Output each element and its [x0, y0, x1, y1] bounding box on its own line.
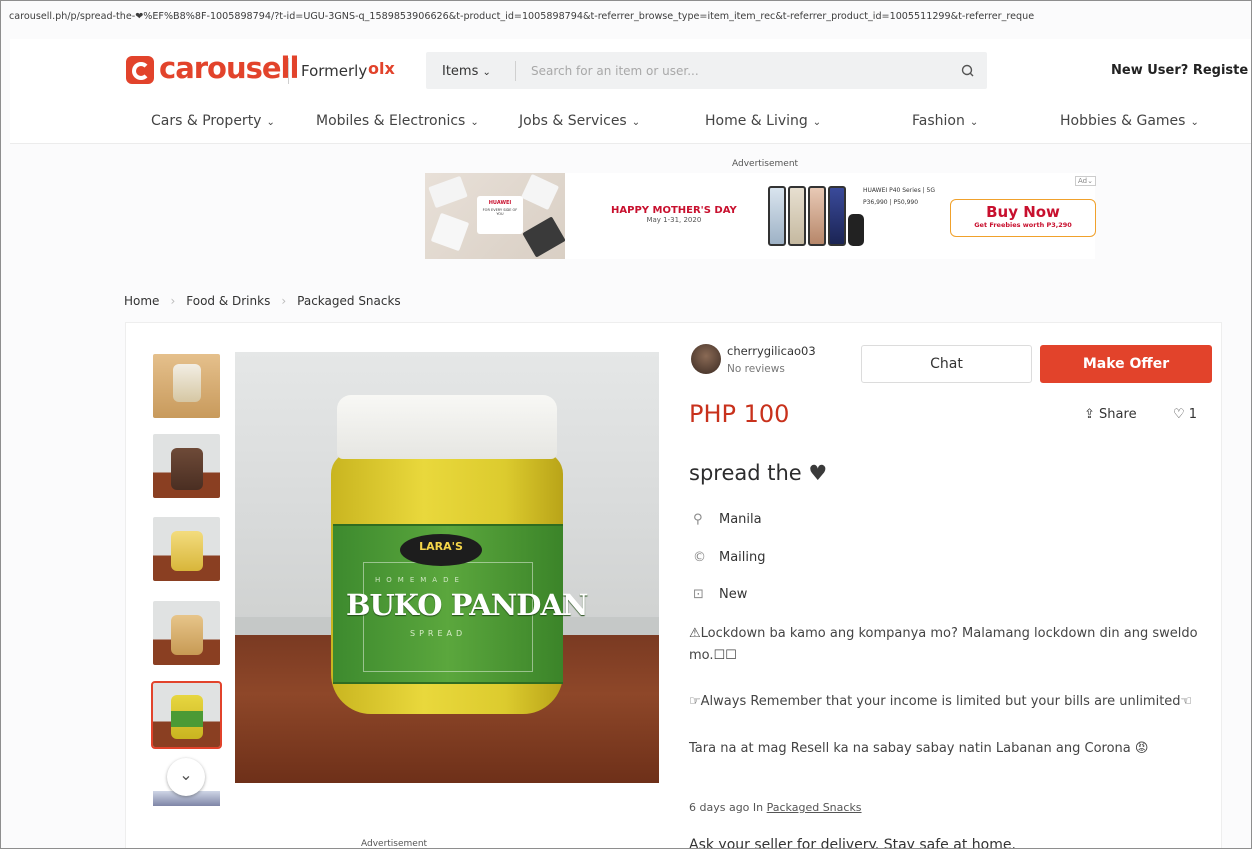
ad-specs: HUAWEI P40 Series | 5G P36,990 | P50,990: [863, 185, 935, 209]
search-scope-dropdown[interactable]: Items ⌄: [442, 64, 491, 79]
thumbnail-1[interactable]: [153, 354, 220, 418]
location-pin-icon: ⚲: [693, 512, 703, 527]
ad-choices-badge[interactable]: Ad⌄: [1075, 176, 1096, 186]
listing-condition: ⊡ New: [693, 587, 747, 602]
thumbnail-4[interactable]: [153, 601, 220, 665]
description-paragraph-2: ☞Always Remember that your income is lim…: [689, 694, 1193, 709]
make-offer-button[interactable]: Make Offer: [1040, 345, 1212, 383]
chevron-down-icon: ⌄: [179, 765, 193, 784]
share-label: Share: [1099, 407, 1137, 422]
search-scope-label: Items: [442, 64, 479, 79]
description-paragraph-3: Tara na at mag Resell ka na sabay sabay …: [689, 741, 1149, 756]
like-button[interactable]: ♡ 1: [1173, 407, 1197, 422]
seller-avatar[interactable]: [691, 344, 721, 374]
breadcrumb: Home › Food & Drinks › Packaged Snacks: [124, 294, 401, 308]
olx-logo: olx: [368, 59, 395, 78]
ad-buy-now-button[interactable]: Buy Now Get Freebies worth P3,290: [950, 199, 1096, 237]
breadcrumb-separator: ›: [170, 294, 176, 308]
header-divider: [288, 58, 289, 84]
category-label: Jobs & Services: [519, 113, 627, 129]
category-mobiles-electronics[interactable]: Mobiles & Electronics ⌄: [316, 113, 479, 129]
chevron-down-icon: ⌄: [631, 117, 641, 128]
posted-prefix: 6 days ago In: [689, 801, 764, 814]
advertisement-label: Advertisement: [732, 159, 799, 169]
chevron-down-icon: ⌄: [812, 117, 822, 128]
ad-price-line: P36,990 | P50,990: [863, 199, 919, 206]
ad-tagline: FOR EVERY SIDE OF YOU: [482, 208, 518, 216]
category-home-living[interactable]: Home & Living ⌄: [705, 113, 821, 129]
ad-spec-line: HUAWEI P40 Series | 5G: [863, 187, 935, 194]
category-fashion[interactable]: Fashion ⌄: [912, 113, 978, 129]
heart-emoji-icon: ♥: [808, 461, 828, 485]
jar-lid: [337, 395, 557, 459]
category-jobs-services[interactable]: Jobs & Services ⌄: [519, 113, 640, 129]
category-label: Mobiles & Electronics: [316, 113, 466, 129]
category-label: Home & Living: [705, 113, 808, 129]
like-count: 1: [1188, 407, 1198, 422]
label-product-name: BUKO PANDAN: [346, 588, 588, 622]
heart-icon: ♡: [1173, 407, 1185, 422]
label-brand: LARA'S: [400, 534, 482, 566]
category-label: Hobbies & Games: [1060, 113, 1186, 129]
chevron-down-icon: ⌄: [1190, 117, 1199, 128]
browser-window: carousell.ph/p/spread-the-❤%EF%B8%8F-100…: [0, 0, 1252, 849]
ad-buy-label: Buy Now: [986, 203, 1060, 221]
category-hobbies-games[interactable]: Hobbies & Games ⌄: [1060, 113, 1199, 129]
chevron-down-icon: ⌄: [482, 67, 491, 78]
posted-category-link[interactable]: Packaged Snacks: [767, 801, 862, 814]
address-bar[interactable]: carousell.ph/p/spread-the-❤%EF%B8%8F-100…: [9, 11, 1251, 22]
breadcrumb-home[interactable]: Home: [124, 294, 159, 308]
category-label: Cars & Property: [151, 113, 262, 129]
chevron-down-icon: ⌄: [969, 117, 979, 128]
thumbnail-2[interactable]: [153, 434, 220, 498]
thumbnail-3[interactable]: [153, 517, 220, 581]
ad-headline-text: HAPPY MOTHER'S DAY: [611, 205, 737, 216]
breadcrumb-packaged-snacks[interactable]: Packaged Snacks: [297, 294, 401, 308]
ad-dates: May 1-31, 2020: [646, 216, 702, 224]
ad-buy-sub: Get Freebies worth P3,290: [974, 221, 1072, 229]
mailing-icon: ©: [693, 550, 706, 565]
main-product-image[interactable]: LARA'S HOMEMADE BUKO PANDAN SPREAD: [235, 352, 659, 783]
chevron-down-icon: ⌄: [266, 117, 275, 128]
delivery-note: Ask your seller for delivery. Stay safe …: [689, 837, 1016, 849]
formerly-label: Formerly: [301, 62, 368, 80]
listing-price: PHP 100: [689, 400, 790, 428]
ad-brand: HUAWEI: [488, 200, 512, 206]
condition-star-icon: ⊡: [693, 587, 704, 602]
breadcrumb-food-drinks[interactable]: Food & Drinks: [186, 294, 270, 308]
listing-title: spread the ♥: [689, 461, 827, 485]
breadcrumb-separator: ›: [281, 294, 287, 308]
carousell-logo-icon[interactable]: [126, 56, 154, 84]
ad-chip-label: Ad: [1078, 177, 1088, 185]
listing-title-text: spread the: [689, 461, 802, 485]
category-cars-property[interactable]: Cars & Property ⌄: [151, 113, 275, 129]
search-divider: [515, 61, 516, 81]
seller-reviews: No reviews: [727, 363, 785, 375]
seller-username[interactable]: cherrygilicao03: [727, 344, 816, 358]
bottom-advertisement-label: Advertisement: [361, 839, 428, 849]
huawei-logo: HUAWEI FOR EVERY SIDE OF YOU: [477, 196, 523, 234]
thumbnail-scroll-down-button[interactable]: ⌄: [167, 758, 205, 796]
delivery-value: Mailing: [719, 550, 766, 565]
thumbnail-5-selected[interactable]: [151, 681, 222, 749]
location-value: Manila: [719, 512, 762, 527]
carousell-logo[interactable]: carousell: [159, 51, 299, 85]
posted-info: 6 days ago In Packaged Snacks: [689, 801, 862, 814]
condition-value: New: [719, 587, 748, 602]
search-icon[interactable]: [959, 62, 977, 80]
share-button[interactable]: ⇪ Share: [1084, 407, 1137, 422]
label-homemade: HOMEMADE: [375, 576, 465, 584]
description-paragraph-1: ⚠Lockdown ba kamo ang kompanya mo? Malam…: [689, 626, 1198, 663]
ad-headline: HAPPY MOTHER'S DAY May 1-31, 2020: [611, 205, 737, 224]
ad-phones-image: [768, 186, 864, 248]
listing-location: ⚲ Manila: [693, 512, 762, 527]
chat-button[interactable]: Chat: [861, 345, 1032, 383]
chevron-down-icon: ⌄: [470, 117, 479, 128]
register-link[interactable]: New User? Registe: [1111, 63, 1248, 78]
listing-delivery: © Mailing: [693, 550, 766, 565]
search-input[interactable]: [531, 59, 941, 83]
share-icon: ⇪: [1084, 407, 1095, 422]
category-label: Fashion: [912, 113, 965, 129]
label-product-type: SPREAD: [410, 629, 467, 638]
